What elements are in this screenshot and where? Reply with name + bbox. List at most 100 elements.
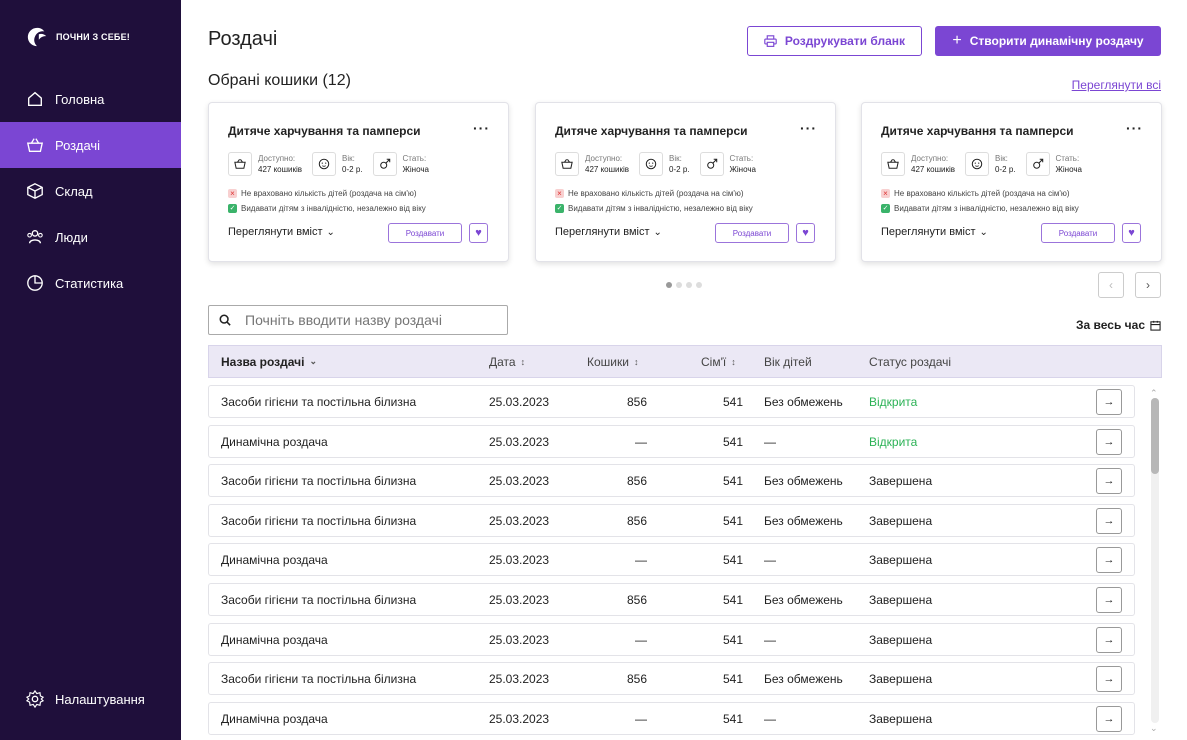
favorite-heart-icon[interactable]: ♥ <box>469 223 488 243</box>
period-filter-label: За весь час <box>1076 318 1145 332</box>
give-out-button[interactable]: Роздавати <box>1041 223 1115 243</box>
stat-value: Жіноча <box>729 165 756 174</box>
basket-card[interactable]: Дитяче харчування та памперси ··· Доступно… <box>861 102 1162 262</box>
cell-date: 25.03.2023 <box>489 711 550 726</box>
table-row[interactable]: Засоби гігієни та постільна білизна 25.03… <box>208 464 1135 498</box>
chevron-right-icon: › <box>1146 278 1150 292</box>
chart-icon <box>25 273 45 293</box>
basket-card-stats: Доступно: 427 кошиків Вік: 0-2 р. Стать: Жіно… <box>881 152 1082 176</box>
cell-date: 25.03.2023 <box>489 592 550 607</box>
sidebar-item-settings[interactable]: Налаштування <box>0 676 181 722</box>
table-row[interactable]: Динамічна роздача 25.03.2023 — 541 — Завершен… <box>208 543 1135 577</box>
view-all-link[interactable]: Переглянути всі <box>1072 78 1161 92</box>
gear-icon <box>25 689 45 709</box>
cell-status: Завершена <box>869 553 933 568</box>
cell-name: Динамічна роздача <box>221 553 328 568</box>
basket-card[interactable]: Дитяче харчування та памперси ··· Доступно… <box>208 102 509 262</box>
view-contents-toggle[interactable]: Переглянути вміст ⌄ <box>228 226 335 238</box>
sidebar-item-warehouse[interactable]: Склад <box>0 168 181 214</box>
basket-icon <box>25 135 45 155</box>
cell-date: 25.03.2023 <box>489 553 550 568</box>
sidebar-item-people[interactable]: Люди <box>0 214 181 260</box>
stat-age: Вік: 0-2 р. <box>639 152 690 176</box>
scroll-track[interactable] <box>1151 398 1159 723</box>
sidebar-item-label: Роздачі <box>55 137 101 153</box>
column-header-date[interactable]: Дата ↕ <box>489 355 525 369</box>
carousel-dot[interactable] <box>696 282 702 288</box>
carousel-prev-button[interactable]: ‹ <box>1098 272 1124 298</box>
open-row-button[interactable]: → <box>1096 428 1122 455</box>
search-input[interactable] <box>245 312 485 328</box>
sidebar: ПОЧНИ З СЕБЕ! Головна Роздачі Склад Люди <box>0 0 181 740</box>
sidebar-item-home[interactable]: Головна <box>0 76 181 122</box>
sidebar-item-statistics[interactable]: Статистика <box>0 260 181 306</box>
open-row-button[interactable]: → <box>1096 586 1122 613</box>
table-row[interactable]: Засоби гігієни та постільна білизна 25.03… <box>208 503 1135 537</box>
rule-text: Не враховано кількість дітей (роздача на… <box>568 189 744 198</box>
open-row-button[interactable]: → <box>1096 666 1122 693</box>
arrow-right-icon: → <box>1103 396 1115 408</box>
favorite-heart-icon[interactable]: ♥ <box>1122 223 1141 243</box>
print-form-button[interactable]: Роздрукувати бланк <box>747 26 922 56</box>
stat-label: Доступно: <box>911 154 949 163</box>
view-contents-toggle[interactable]: Переглянути вміст ⌄ <box>555 226 662 238</box>
scroll-thumb[interactable] <box>1151 398 1159 474</box>
cell-children-age: — <box>764 553 776 568</box>
cell-families: 541 <box>722 513 743 528</box>
view-contents-toggle[interactable]: Переглянути вміст ⌄ <box>881 226 988 238</box>
stat-available: Доступно: 427 кошиків <box>228 152 302 176</box>
more-menu-icon[interactable]: ··· <box>1126 120 1143 136</box>
create-dynamic-distribution-button[interactable]: + Створити динамічну роздачу <box>935 26 1161 56</box>
table-row[interactable]: Засоби гігієни та постільна білизна 25.03… <box>208 662 1135 696</box>
give-out-button[interactable]: Роздавати <box>715 223 789 243</box>
stat-value: 427 кошиків <box>585 165 630 174</box>
period-filter[interactable]: За весь час <box>1076 318 1161 332</box>
logo-text: ПОЧНИ З СЕБЕ! <box>56 32 130 42</box>
logo[interactable]: ПОЧНИ З СЕБЕ! <box>26 26 130 48</box>
table-row[interactable]: Засоби гігієни та постільна білизна 25.03… <box>208 385 1135 418</box>
view-contents-label: Переглянути вміст <box>555 226 650 238</box>
more-menu-icon[interactable]: ··· <box>800 120 817 136</box>
carousel-dot[interactable] <box>676 282 682 288</box>
open-row-button[interactable]: → <box>1096 468 1122 495</box>
cross-icon: × <box>228 189 237 198</box>
column-header-families[interactable]: Сім'ї ↕ <box>701 355 736 369</box>
basket-card[interactable]: Дитяче харчування та памперси ··· Доступно… <box>535 102 836 262</box>
column-header-label: Кошики <box>587 354 629 369</box>
stat-label: Вік: <box>342 154 355 163</box>
open-row-button[interactable]: → <box>1096 626 1122 653</box>
cell-children-age: Без обмежень <box>764 592 843 607</box>
basket-icon <box>555 152 579 176</box>
carousel-next-button[interactable]: › <box>1135 272 1161 298</box>
stat-value: 427 кошиків <box>911 165 956 174</box>
plus-icon: + <box>952 32 962 49</box>
column-header-name[interactable]: Назва роздачі ⌄ <box>221 355 317 369</box>
cell-status: Завершена <box>869 474 933 489</box>
open-row-button[interactable]: → <box>1096 507 1122 534</box>
sidebar-item-label: Головна <box>55 91 105 107</box>
table-row[interactable]: Засоби гігієни та постільна білизна 25.03… <box>208 582 1135 616</box>
column-header-baskets[interactable]: Кошики ↕ <box>587 355 638 369</box>
chevron-down-icon[interactable]: ⌄ <box>1150 723 1158 734</box>
sort-icon: ↕ <box>520 356 526 367</box>
open-row-button[interactable]: → <box>1096 547 1122 574</box>
table-row[interactable]: Динамічна роздача 25.03.2023 — 541 — Завершен… <box>208 622 1135 656</box>
favorite-heart-icon[interactable]: ♥ <box>796 223 815 243</box>
basket-card-title: Дитяче харчування та памперси <box>228 124 421 138</box>
open-row-button[interactable]: → <box>1096 705 1122 732</box>
carousel-dot[interactable] <box>686 282 692 288</box>
open-row-button[interactable]: → <box>1096 389 1122 415</box>
table-row[interactable]: Динамічна роздача 25.03.2023 — 541 — Завершен… <box>208 701 1135 735</box>
stat-value: 0-2 р. <box>342 165 363 174</box>
give-out-button[interactable]: Роздавати <box>388 223 462 243</box>
more-menu-icon[interactable]: ··· <box>473 120 490 136</box>
carousel-dot[interactable] <box>666 282 672 288</box>
rule-disability: ✓ Видавати дітям з інвалідністю, незалежн… <box>228 204 426 213</box>
table-scrollbar[interactable]: ⌃ ⌄ <box>1150 388 1160 733</box>
table-header: Назва роздачі ⌄ Дата ↕ Кошики ↕ Сім'ї ↕ … <box>208 345 1162 378</box>
check-icon: ✓ <box>881 204 890 213</box>
cell-families: 541 <box>722 474 743 489</box>
sidebar-item-distributions[interactable]: Роздачі <box>0 122 181 168</box>
rule-text: Видавати дітям з інвалідністю, незалежно… <box>568 204 753 213</box>
table-row[interactable]: Динамічна роздача 25.03.2023 — 541 — Відкрита… <box>208 424 1135 458</box>
